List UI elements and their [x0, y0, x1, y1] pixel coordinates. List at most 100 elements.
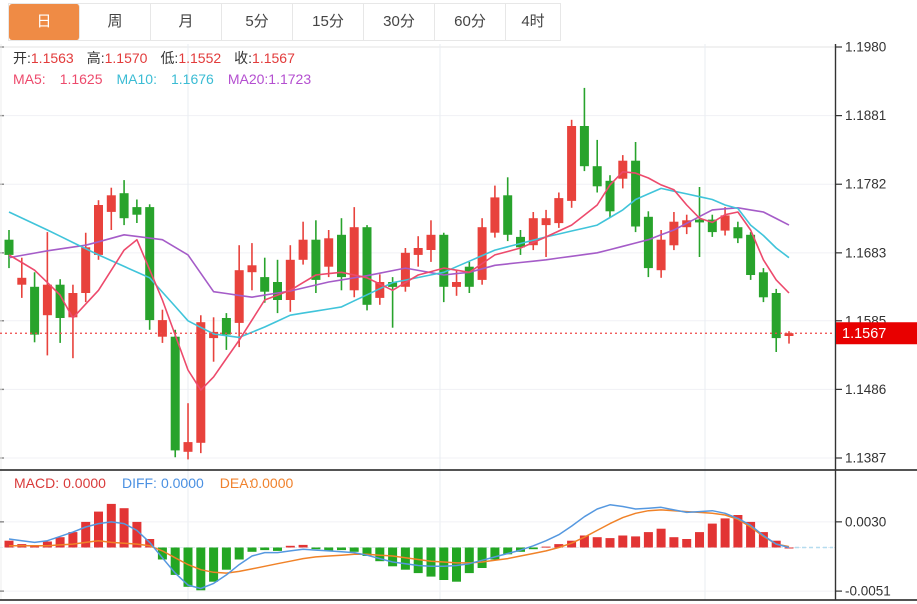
close-label: 收:	[234, 50, 252, 66]
ma-row: MA5:1.1625MA10:1.1676MA20:1.1723	[13, 69, 311, 90]
candle-up	[158, 320, 167, 337]
candle-up	[350, 227, 359, 290]
candle-down	[759, 272, 768, 297]
timeframe-tabbar: 日 周 月 5分 15分 30分 60分 4时	[8, 3, 561, 41]
candle-down	[171, 337, 180, 451]
ma20-label: MA20:	[228, 71, 268, 87]
candle-down	[746, 235, 755, 275]
macd-bar	[529, 548, 538, 550]
candle-down	[222, 318, 231, 335]
tab-day[interactable]: 日	[9, 4, 80, 40]
candle-down	[580, 126, 589, 166]
macd-bar	[542, 547, 551, 548]
macd-bar	[273, 548, 282, 551]
macd-bar	[68, 532, 77, 547]
candle-up	[542, 218, 551, 225]
tab-week[interactable]: 周	[80, 4, 151, 40]
macd-bar	[350, 548, 359, 552]
macd-bar	[669, 537, 678, 547]
candle-up	[184, 442, 193, 452]
tab-60min[interactable]: 60分	[435, 4, 506, 40]
macd-bar	[107, 504, 116, 548]
tab-15min[interactable]: 15分	[293, 4, 364, 40]
macd-bar	[184, 548, 193, 587]
macd-bar	[248, 548, 257, 552]
macd-value: 0.0000	[63, 475, 106, 491]
price-tick-label: 1.1683	[845, 245, 886, 260]
macd-bar	[439, 548, 448, 581]
open-label: 开:	[13, 50, 31, 66]
chart-canvas[interactable]: 1.19801.18811.17821.16831.15851.14861.13…	[0, 0, 917, 604]
ma20-value: 1.1723	[268, 71, 311, 87]
kline-chart-app: 1.19801.18811.17821.16831.15851.14861.13…	[0, 0, 917, 604]
macd-bar	[299, 545, 308, 548]
macd-bar	[644, 532, 653, 547]
macd-bar	[337, 548, 346, 551]
candle-up	[452, 282, 461, 287]
macd-bar	[94, 512, 103, 548]
open-value: 1.1563	[31, 50, 74, 66]
macd-bar	[618, 536, 627, 548]
macd-bar	[593, 537, 602, 547]
ma5-label: MA5:	[13, 71, 46, 87]
candle-down	[260, 277, 269, 292]
candle-up	[414, 248, 423, 255]
candle-down	[733, 227, 742, 238]
candle-down	[593, 166, 602, 186]
macd-bar	[708, 524, 717, 548]
macd-tick-label: -0.0051	[845, 584, 891, 599]
dea-label: DEA:	[220, 475, 253, 491]
tab-month[interactable]: 月	[151, 4, 222, 40]
macd-bar	[120, 508, 129, 547]
candle-down	[503, 195, 512, 235]
macd-bar	[171, 548, 180, 575]
candle-up	[721, 215, 730, 230]
candle-up	[196, 322, 205, 443]
low-value: 1.1552	[178, 50, 221, 66]
ohlc-row: 开:1.1563 高:1.1570 低:1.1552 收:1.1567	[13, 48, 311, 69]
diff-value: 0.0000	[161, 475, 204, 491]
high-value: 1.1570	[105, 50, 148, 66]
candle-up	[657, 240, 666, 271]
tab-30min[interactable]: 30分	[364, 4, 435, 40]
price-tick-label: 1.1881	[845, 108, 886, 123]
candle-down	[439, 235, 448, 287]
dea-value: 0.0000	[250, 475, 293, 491]
candle-up	[248, 265, 257, 272]
macd-bar	[478, 548, 487, 569]
candle-up	[669, 222, 678, 246]
macd-tick-label: 0.0030	[845, 514, 886, 529]
high-label: 高:	[87, 50, 105, 66]
candle-down	[5, 240, 14, 255]
price-tick-label: 1.1782	[845, 177, 886, 192]
price-tick-label: 1.1486	[845, 382, 886, 397]
tab-4hour[interactable]: 4时	[506, 4, 560, 40]
macd-bar	[286, 546, 295, 548]
candle-down	[30, 287, 39, 335]
candle-down	[273, 282, 282, 300]
macd-bar	[682, 539, 691, 548]
candle-up	[94, 205, 103, 255]
macd-bar	[785, 548, 794, 549]
macd-bar	[209, 548, 218, 582]
macd-bar	[56, 537, 65, 547]
ma10-value: 1.1676	[171, 71, 214, 87]
candle-up	[107, 195, 116, 212]
macd-bar	[721, 518, 730, 547]
low-label: 低:	[160, 50, 178, 66]
close-value: 1.1567	[252, 50, 295, 66]
candle-down	[772, 293, 781, 338]
macd-bar	[260, 548, 269, 551]
candle-down	[132, 207, 141, 215]
macd-bar	[606, 538, 615, 547]
tab-5min[interactable]: 5分	[222, 4, 293, 40]
candle-up	[81, 247, 90, 293]
macd-bar	[465, 548, 474, 574]
candle-up	[427, 235, 436, 250]
candle-up	[324, 238, 333, 266]
candle-down	[644, 217, 653, 268]
candle-down	[337, 235, 346, 277]
macd-bar	[695, 532, 704, 547]
macd-label: MACD:	[14, 475, 59, 491]
candle-up	[17, 278, 26, 285]
